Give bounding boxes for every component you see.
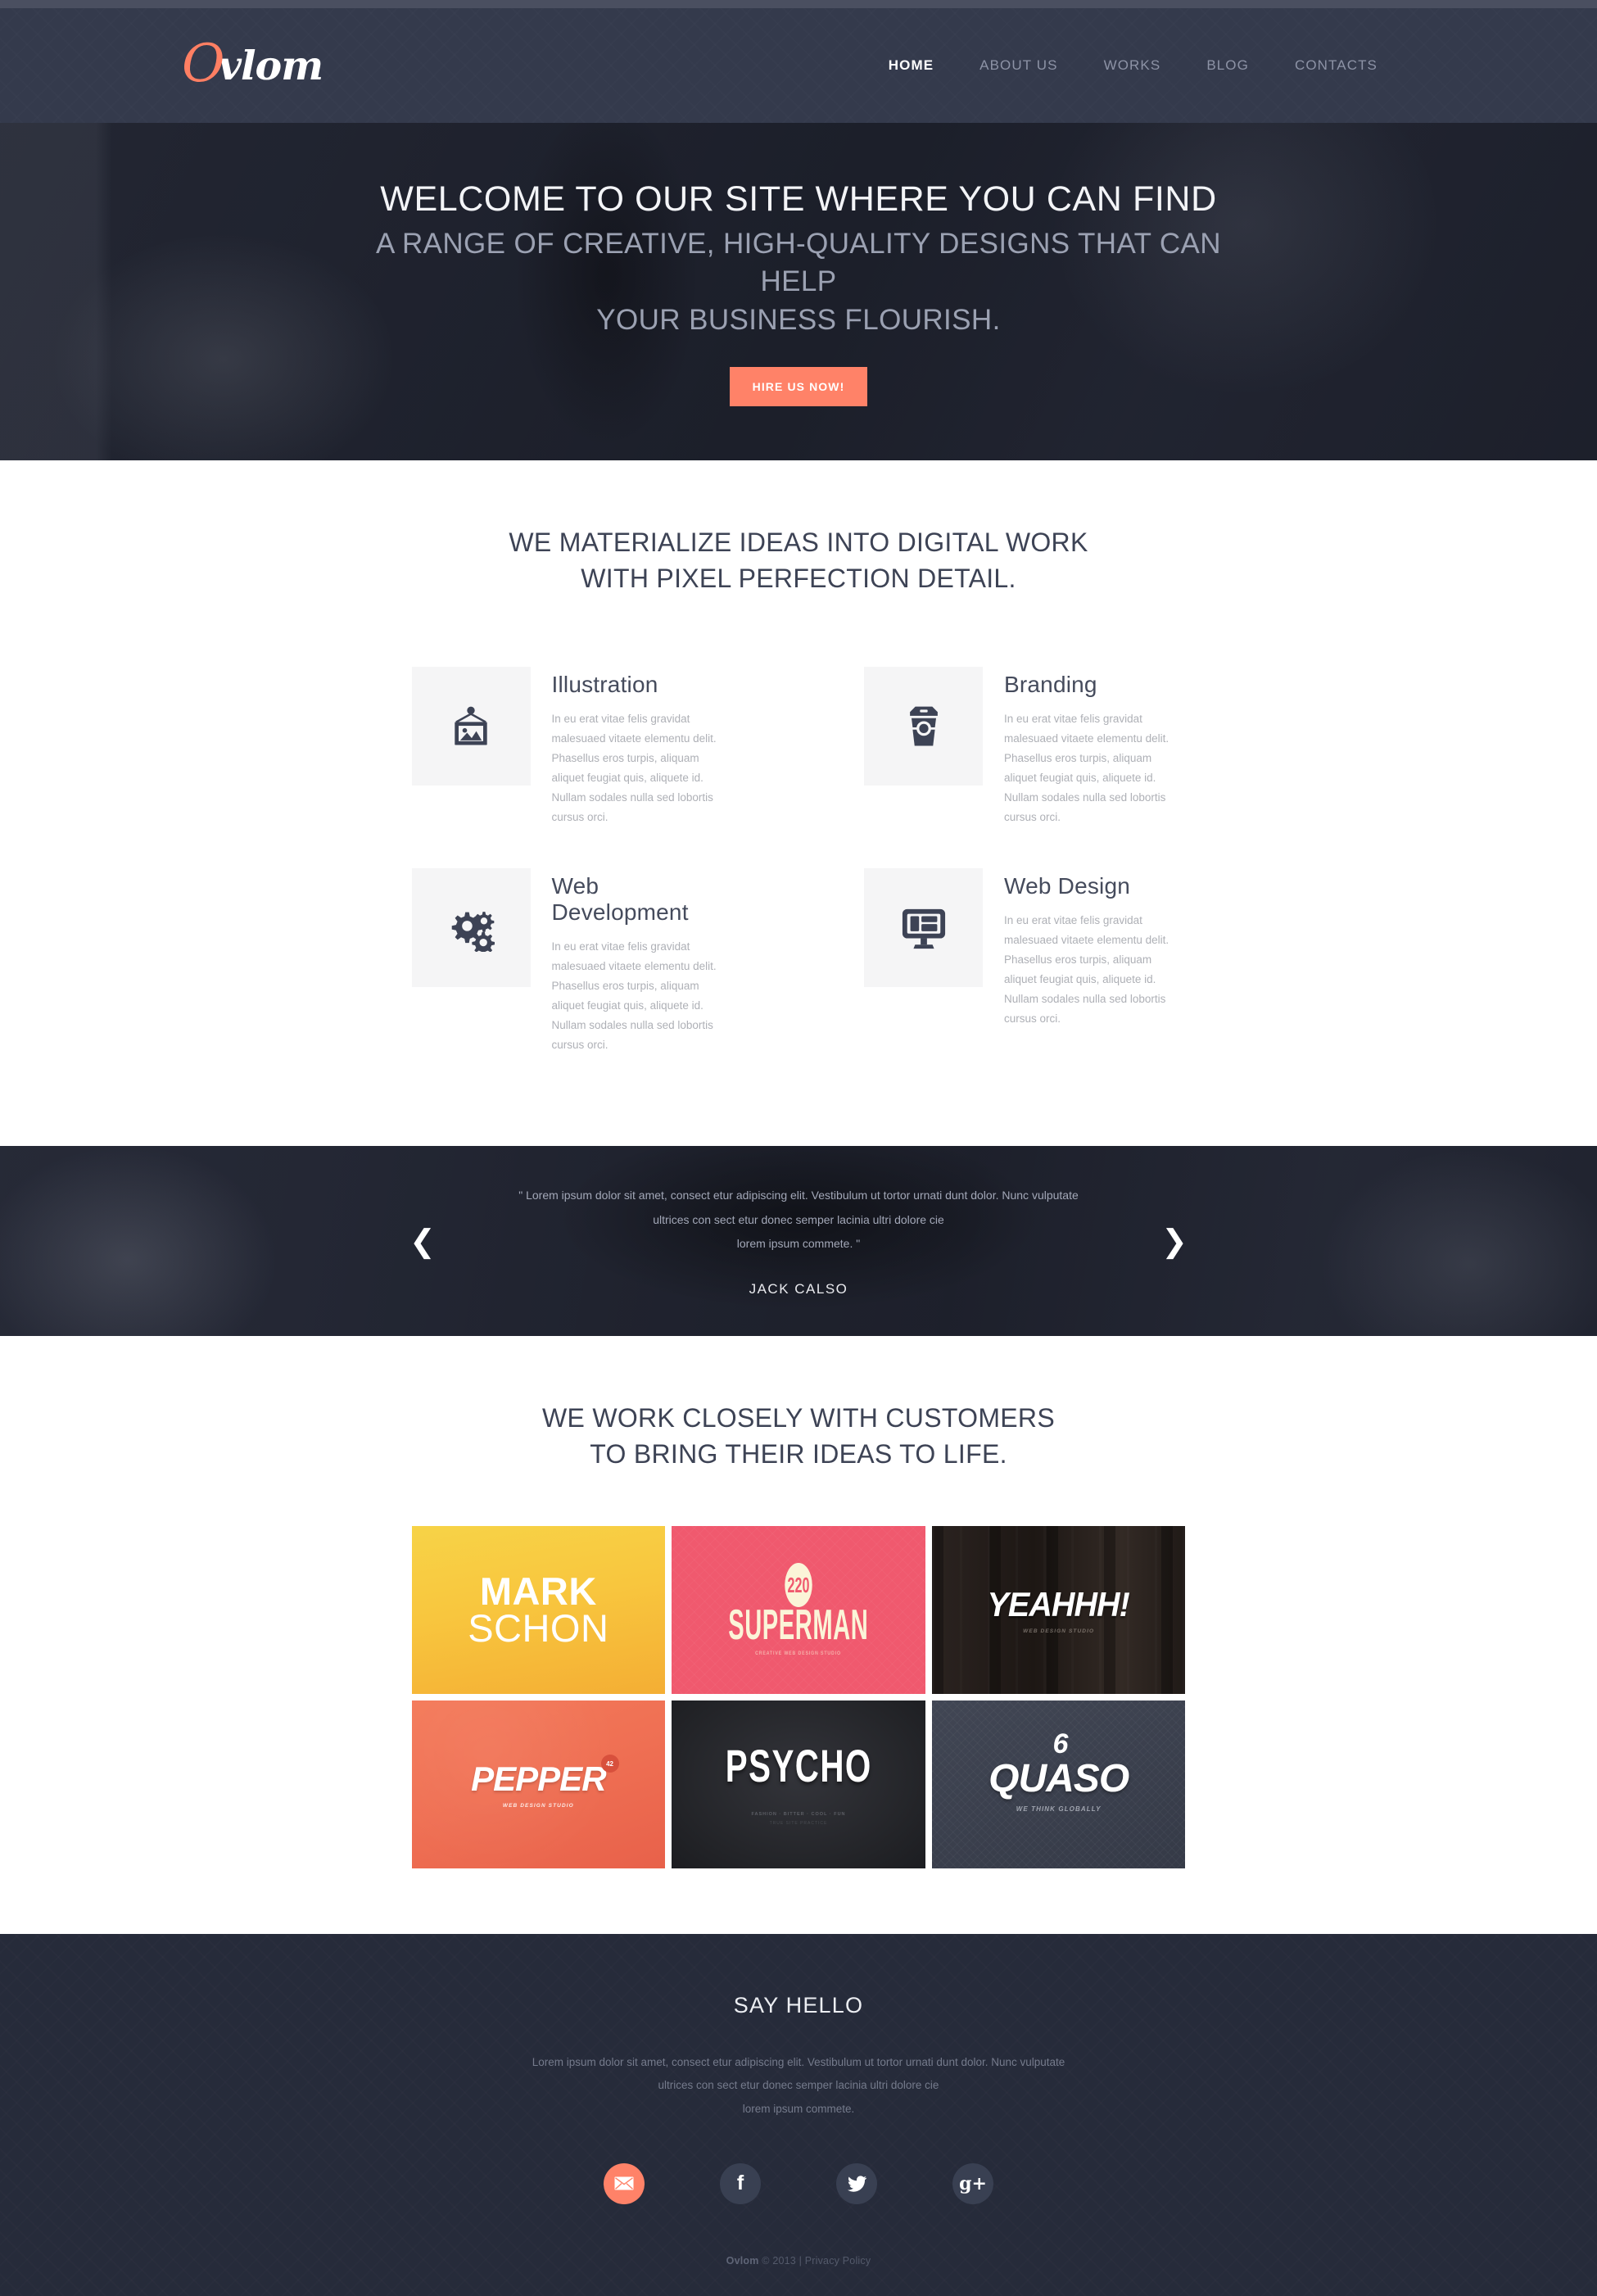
service-description: In eu erat vitae felis gravidat malesuae… xyxy=(1004,713,1169,824)
twitter-icon[interactable] xyxy=(836,2162,877,2204)
nav-item-home[interactable]: HOME xyxy=(866,57,957,74)
portfolio-item-superman[interactable]: 220 SUPERMAN CREATIVE WEB DESIGN STUDIO xyxy=(672,1525,925,1694)
chevron-left-icon[interactable]: ❮ xyxy=(409,1225,436,1257)
footer-text-line1: Lorem ipsum dolor sit amet, consect etur… xyxy=(532,2055,1065,2068)
hero-title: WELCOME TO OUR SITE WHERE YOU CAN FIND xyxy=(380,179,1217,220)
portfolio-item-psycho[interactable]: PSYCHO FASHION · BITTER · COOL · FUN TRU… xyxy=(672,1700,925,1868)
nav-item-contacts[interactable]: CONTACTS xyxy=(1272,57,1400,74)
logo-initial: O xyxy=(182,34,225,94)
copyright-line: Ovlom © 2013 | Privacy Policy xyxy=(0,2255,1597,2296)
facebook-icon[interactable]: f xyxy=(720,2162,761,2204)
portfolio-item-yeahhh[interactable]: YEAHHH! WEB DESIGN STUDIO xyxy=(931,1525,1186,1694)
hero-subtitle: A RANGE OF CREATIVE, HIGH-QUALITY DESIGN… xyxy=(348,225,1249,339)
monitor-layout-icon xyxy=(864,868,983,988)
coffee-cup-icon xyxy=(864,667,983,786)
portfolio-item-accent: 6 xyxy=(1052,1728,1069,1759)
portfolio-item-word: QUASO xyxy=(989,1756,1129,1800)
services-heading: WE MATERIALIZE IDEAS INTO DIGITAL WORK W… xyxy=(0,524,1597,596)
portfolio-item-word: YEAHHH! xyxy=(988,1585,1130,1624)
service-title: Illustration xyxy=(551,672,658,698)
portfolio-item-subtitle-secondary: TRUE SITE PRACTICE xyxy=(769,1820,828,1826)
services-heading-line2: WITH PIXEL PERFECTION DETAIL. xyxy=(581,564,1016,594)
chevron-right-icon[interactable]: ❯ xyxy=(1161,1225,1188,1257)
service-description: In eu erat vitae felis gravidat malesuae… xyxy=(1004,914,1169,1026)
hire-us-button[interactable]: HIRE US NOW! xyxy=(729,366,868,406)
service-title: Web Development xyxy=(551,873,689,926)
portfolio-item-mark-schon[interactable]: MARK SCHON xyxy=(411,1525,666,1694)
logo-wordmark: vlom xyxy=(218,42,323,89)
social-links: f g+ xyxy=(0,2162,1597,2204)
portfolio-item-word: SUPERMAN xyxy=(728,1601,869,1650)
service-card-web-development[interactable]: Web Development In eu erat vitae felis g… xyxy=(411,868,734,1055)
service-card-illustration[interactable]: Illustration In eu erat vitae felis grav… xyxy=(411,667,734,827)
portfolio-item-badge: 220 xyxy=(785,1563,812,1608)
footer-heading: SAY HELLO xyxy=(733,1992,864,2017)
footer-text-line3: lorem ipsum commete. xyxy=(742,2102,855,2115)
hero-subtitle-line2: YOUR BUSINESS FLOURISH. xyxy=(596,303,1001,336)
footer-text-line2: ultrices con sect etur donec semper laci… xyxy=(658,2079,939,2092)
testimonial-quote-line1: " Lorem ipsum dolor sit amet, consect et… xyxy=(518,1189,1079,1202)
google-plus-glyph: g+ xyxy=(959,2172,987,2194)
portfolio-item-subtitle: FASHION · BITTER · COOL · FUN xyxy=(751,1811,846,1817)
portfolio-item-subtitle: CREATIVE WEB DESIGN STUDIO xyxy=(755,1651,842,1657)
copyright-rest: © 2013 | Privacy Policy xyxy=(758,2254,871,2267)
portfolio-heading-line1: WE WORK CLOSELY WITH CUSTOMERS xyxy=(542,1402,1055,1433)
portfolio-grid: MARK SCHON 220 SUPERMAN CREATIVE WEB DES… xyxy=(411,1525,1186,1868)
nav-item-about-us[interactable]: ABOUT US xyxy=(957,57,1080,74)
envelope-icon[interactable] xyxy=(604,2162,645,2204)
service-title: Branding xyxy=(1004,672,1097,698)
portfolio-item-line1: MARK xyxy=(479,1569,597,1613)
hero-banner: WELCOME TO OUR SITE WHERE YOU CAN FIND A… xyxy=(0,123,1597,460)
service-description: In eu erat vitae felis gravidat malesuae… xyxy=(551,940,717,1052)
service-card-web-design[interactable]: Web Design In eu erat vitae felis gravid… xyxy=(864,868,1186,1055)
portfolio-item-line2: SCHON xyxy=(468,1605,609,1650)
portfolio-item-subtitle: WE THINK GLOBALLY xyxy=(1016,1805,1102,1813)
portfolio-item-word: PSYCHO xyxy=(725,1739,872,1791)
services-grid: Illustration In eu erat vitae felis grav… xyxy=(411,667,1186,1055)
picture-frame-icon xyxy=(411,667,531,786)
services-section: WE MATERIALIZE IDEAS INTO DIGITAL WORK W… xyxy=(0,460,1597,1146)
footer-text: Lorem ipsum dolor sit amet, consect etur… xyxy=(0,2051,1597,2121)
portfolio-item-badge: 42 xyxy=(600,1755,619,1773)
testimonial-author: JACK CALSO xyxy=(749,1280,848,1297)
portfolio-item-pepper[interactable]: PEPPER 42 WEB DESIGN STUDIO xyxy=(411,1700,666,1868)
nav-item-works[interactable]: WORKS xyxy=(1081,57,1184,74)
site-logo[interactable]: O vlom xyxy=(172,37,323,94)
portfolio-item-word: PEPPER xyxy=(471,1759,606,1799)
site-footer: SAY HELLO Lorem ipsum dolor sit amet, co… xyxy=(0,1934,1597,2296)
copyright-brand: Ovlom xyxy=(726,2254,759,2267)
services-heading-line1: WE MATERIALIZE IDEAS INTO DIGITAL WORK xyxy=(509,528,1088,557)
gears-icon xyxy=(411,868,531,988)
testimonial-quote-line3: lorem ipsum commete. " xyxy=(736,1237,861,1251)
service-description: In eu erat vitae felis gravidat malesuae… xyxy=(551,713,717,824)
site-header: O vlom HOME ABOUT US WORKS BLOG CONTACTS xyxy=(0,8,1597,123)
portfolio-item-subtitle: WEB DESIGN STUDIO xyxy=(1023,1628,1095,1635)
service-title: Web Design xyxy=(1004,873,1131,899)
page-root: O vlom HOME ABOUT US WORKS BLOG CONTACTS… xyxy=(0,0,1597,2296)
main-navigation: HOME ABOUT US WORKS BLOG CONTACTS xyxy=(866,57,1425,74)
facebook-glyph: f xyxy=(736,2171,744,2195)
portfolio-heading-line2: TO BRING THEIR IDEAS TO LIFE. xyxy=(590,1438,1007,1469)
top-strip xyxy=(0,0,1597,8)
testimonial-quote-line2: ultrices con sect etur donec semper laci… xyxy=(653,1212,944,1226)
portfolio-item-subtitle: WEB DESIGN STUDIO xyxy=(502,1803,574,1809)
portfolio-section: WE WORK CLOSELY WITH CUSTOMERS TO BRING … xyxy=(0,1335,1597,1934)
nav-item-blog[interactable]: BLOG xyxy=(1183,57,1272,74)
service-card-branding[interactable]: Branding In eu erat vitae felis gravidat… xyxy=(864,667,1186,827)
hero-subtitle-line1: A RANGE OF CREATIVE, HIGH-QUALITY DESIGN… xyxy=(376,228,1221,298)
testimonial-quote: " Lorem ipsum dolor sit amet, consect et… xyxy=(389,1184,1208,1256)
portfolio-item-quaso[interactable]: 6 QUASO WE THINK GLOBALLY xyxy=(931,1700,1186,1868)
testimonial-section: ❮ ❯ " Lorem ipsum dolor sit amet, consec… xyxy=(0,1145,1597,1336)
portfolio-heading: WE WORK CLOSELY WITH CUSTOMERS TO BRING … xyxy=(0,1400,1597,1472)
google-plus-icon[interactable]: g+ xyxy=(952,2162,993,2204)
